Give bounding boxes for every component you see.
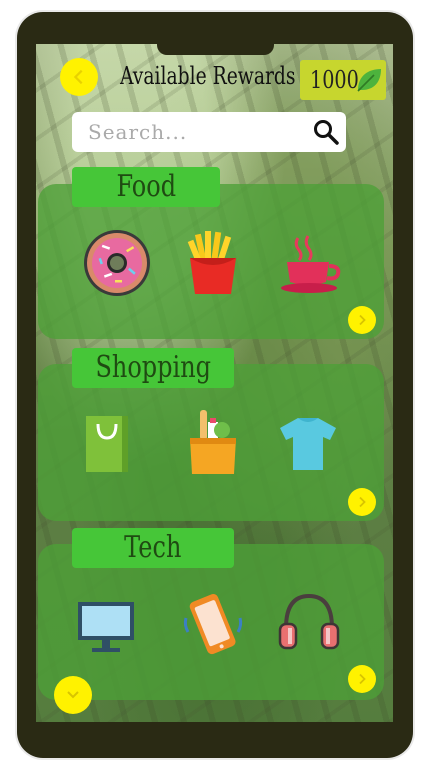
chevron-right-icon	[359, 496, 366, 508]
chevron-down-icon	[67, 691, 79, 699]
tshirt-icon[interactable]	[274, 408, 344, 478]
coffee-cup-icon[interactable]	[274, 228, 344, 298]
tech-more-button[interactable]	[348, 665, 376, 693]
category-label-food: Food	[72, 167, 220, 207]
back-button[interactable]	[60, 58, 98, 96]
shopping-bag-icon[interactable]	[74, 408, 144, 478]
points-badge: 1000	[300, 60, 386, 100]
donut-icon[interactable]	[82, 228, 152, 298]
search-input[interactable]	[86, 119, 310, 145]
phone-notch	[157, 33, 274, 55]
fries-icon[interactable]	[178, 228, 248, 298]
chevron-left-icon	[73, 69, 83, 85]
search-bar	[72, 112, 346, 152]
leaf-icon	[357, 69, 381, 92]
food-more-button[interactable]	[348, 306, 376, 334]
points-value: 1000	[310, 66, 359, 94]
chevron-right-icon	[359, 673, 366, 685]
app-screen: Available Rewards 1000 Food	[36, 44, 393, 722]
monitor-icon[interactable]	[74, 592, 144, 662]
smartphone-icon[interactable]	[178, 590, 248, 660]
shopping-more-button[interactable]	[348, 488, 376, 516]
page-title: Available Rewards	[120, 62, 296, 90]
search-icon[interactable]	[312, 118, 340, 146]
grocery-bag-icon[interactable]	[178, 408, 248, 478]
chevron-right-icon	[359, 314, 366, 326]
category-label-tech: Tech	[72, 528, 234, 568]
category-label-shopping: Shopping	[72, 348, 234, 388]
category-section-food	[38, 184, 384, 339]
headphones-icon[interactable]	[274, 588, 344, 658]
scroll-down-button[interactable]	[54, 676, 92, 714]
